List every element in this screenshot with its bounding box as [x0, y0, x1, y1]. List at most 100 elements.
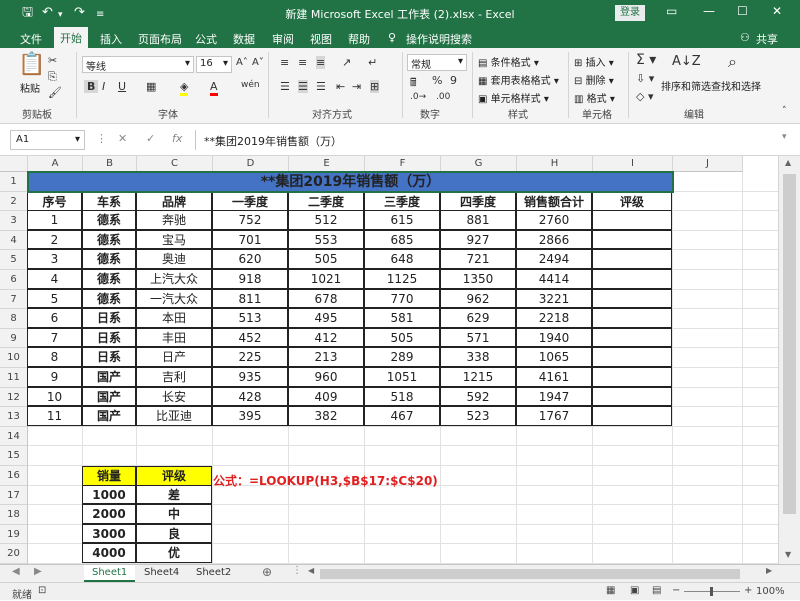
format-painter-icon[interactable]: 🖌 — [48, 86, 62, 99]
table-cell[interactable]: 国产 — [82, 367, 136, 387]
page-break-view-icon[interactable]: ▤ — [652, 585, 661, 596]
table-cell[interactable]: 宝马 — [136, 229, 212, 250]
tab-view[interactable]: 视图 — [310, 31, 332, 47]
zoom-slider-thumb[interactable] — [710, 587, 713, 596]
tab-formulas[interactable]: 公式 — [195, 31, 217, 47]
row-header-14[interactable]: 14 — [0, 426, 28, 447]
lookup-cell[interactable]: 4000 — [82, 543, 136, 563]
row-header-17[interactable]: 17 — [0, 485, 28, 506]
find-select-button[interactable]: 查找和选择 — [711, 78, 761, 93]
table-cell[interactable]: 长安 — [136, 386, 212, 407]
row-header-15[interactable]: 15 — [0, 446, 28, 466]
table-cell[interactable]: 1350 — [440, 269, 516, 289]
align-center-icon[interactable]: ☰ — [298, 80, 308, 93]
table-cell[interactable]: 5 — [27, 288, 82, 309]
copy-icon[interactable]: ⎘ — [48, 70, 57, 84]
table-cell[interactable]: 592 — [440, 386, 516, 407]
insert-function-button[interactable]: fx — [172, 132, 182, 145]
table-cell[interactable]: 1940 — [516, 327, 592, 348]
tell-me-search[interactable]: 操作说明搜索 — [406, 31, 472, 47]
table-cell[interactable]: 382 — [288, 406, 364, 426]
column-header-g[interactable]: G — [441, 156, 517, 172]
table-cell[interactable]: 629 — [440, 308, 516, 328]
table-cell[interactable]: 1065 — [516, 347, 592, 367]
row-header-5[interactable]: 5 — [0, 250, 28, 270]
table-format-button[interactable]: ▦ 套用表格格式 ▾ — [478, 72, 559, 87]
table-cell[interactable]: 7 — [27, 327, 82, 348]
table-cell[interactable] — [592, 269, 672, 289]
table-cell[interactable]: 本田 — [136, 308, 212, 328]
align-left-icon[interactable]: ☰ — [280, 80, 290, 93]
cut-icon[interactable]: ✂ — [48, 54, 57, 67]
table-cell[interactable]: 1215 — [440, 367, 516, 387]
row-header-20[interactable]: 20 — [0, 544, 28, 564]
table-cell[interactable]: 648 — [364, 249, 440, 269]
table-cell[interactable]: 奥迪 — [136, 249, 212, 269]
table-cell[interactable]: 467 — [364, 406, 440, 426]
phonetic-icon[interactable]: wén — [241, 80, 260, 90]
formula-input[interactable]: **集团2019年销售额（万） — [195, 130, 775, 150]
table-cell[interactable]: 1051 — [364, 367, 440, 387]
table-cell[interactable]: 553 — [288, 229, 364, 250]
enter-icon[interactable]: ✓ — [146, 132, 155, 145]
table-cell[interactable] — [592, 347, 672, 367]
tab-review[interactable]: 审阅 — [272, 31, 294, 47]
grow-font-icon[interactable]: A˄ — [236, 57, 248, 68]
table-cell[interactable]: 1767 — [516, 406, 592, 426]
tab-page-layout[interactable]: 页面布局 — [138, 31, 182, 47]
table-cell[interactable]: 3 — [27, 249, 82, 269]
name-box[interactable]: A1 ▾ — [10, 130, 85, 150]
login-button[interactable]: 登录 — [615, 5, 645, 21]
row-header-9[interactable]: 9 — [0, 328, 28, 349]
table-cell[interactable]: 213 — [288, 347, 364, 367]
table-cell[interactable]: 505 — [288, 249, 364, 269]
table-cell[interactable]: 811 — [212, 288, 288, 309]
autosum-icon[interactable]: Σ ▾ — [636, 52, 656, 68]
delete-cells-button[interactable]: ⊟ 删除 ▾ — [574, 72, 614, 87]
number-format-select[interactable]: 常规 ▾ — [407, 54, 467, 71]
table-cell[interactable]: 752 — [212, 210, 288, 230]
table-cell[interactable]: 德系 — [82, 288, 136, 309]
table-cell[interactable] — [592, 308, 672, 328]
row-header-13[interactable]: 13 — [0, 407, 28, 427]
row-header-6[interactable]: 6 — [0, 270, 28, 290]
table-cell[interactable] — [592, 288, 672, 309]
table-cell[interactable]: 日系 — [82, 308, 136, 328]
table-cell[interactable]: 412 — [288, 327, 364, 348]
sheet-tab-2[interactable]: Sheet4 — [136, 565, 187, 582]
minimize-icon[interactable]: — — [703, 4, 715, 18]
row-header-2[interactable]: 2 — [0, 191, 28, 212]
table-cell[interactable]: 8 — [27, 347, 82, 367]
insert-cells-button[interactable]: ⊞ 插入 ▾ — [574, 54, 614, 69]
table-cell[interactable]: 571 — [440, 327, 516, 348]
lookup-cell[interactable]: 差 — [136, 484, 212, 505]
column-header-b[interactable]: B — [83, 156, 137, 172]
table-cell[interactable]: 德系 — [82, 210, 136, 230]
prev-sheet-icon[interactable]: ◀ — [12, 566, 20, 577]
italic-button[interactable]: I — [102, 80, 105, 93]
lookup-cell[interactable]: 1000 — [82, 484, 136, 505]
table-cell[interactable] — [592, 367, 672, 387]
align-right-icon[interactable]: ☰ — [316, 80, 326, 93]
normal-view-icon[interactable]: ▦ — [606, 585, 615, 596]
increase-decimal-icon[interactable]: .0→ — [410, 92, 426, 102]
font-name-select[interactable]: 等线 ▾ — [82, 56, 194, 73]
wrap-text-icon[interactable]: ↵ — [368, 56, 377, 69]
table-cell[interactable]: 德系 — [82, 229, 136, 250]
align-bottom-icon[interactable]: ≡ — [316, 56, 326, 69]
currency-icon[interactable]: 🖩 — [410, 74, 417, 93]
lookup-cell[interactable]: 良 — [136, 523, 212, 544]
table-cell[interactable]: 6 — [27, 308, 82, 328]
column-header-i[interactable]: I — [593, 156, 673, 172]
table-cell[interactable]: 日产 — [136, 347, 212, 367]
table-cell[interactable]: 960 — [288, 367, 364, 387]
find-icon[interactable]: ⌕ — [728, 52, 737, 72]
table-cell[interactable]: 丰田 — [136, 327, 212, 348]
column-header-c[interactable]: C — [137, 156, 213, 172]
row-header-19[interactable]: 19 — [0, 524, 28, 545]
table-cell[interactable]: 吉利 — [136, 367, 212, 387]
table-cell[interactable] — [592, 406, 672, 426]
table-cell[interactable]: 721 — [440, 249, 516, 269]
table-cell[interactable]: 1021 — [288, 269, 364, 289]
lookup-cell[interactable]: 优 — [136, 543, 212, 563]
